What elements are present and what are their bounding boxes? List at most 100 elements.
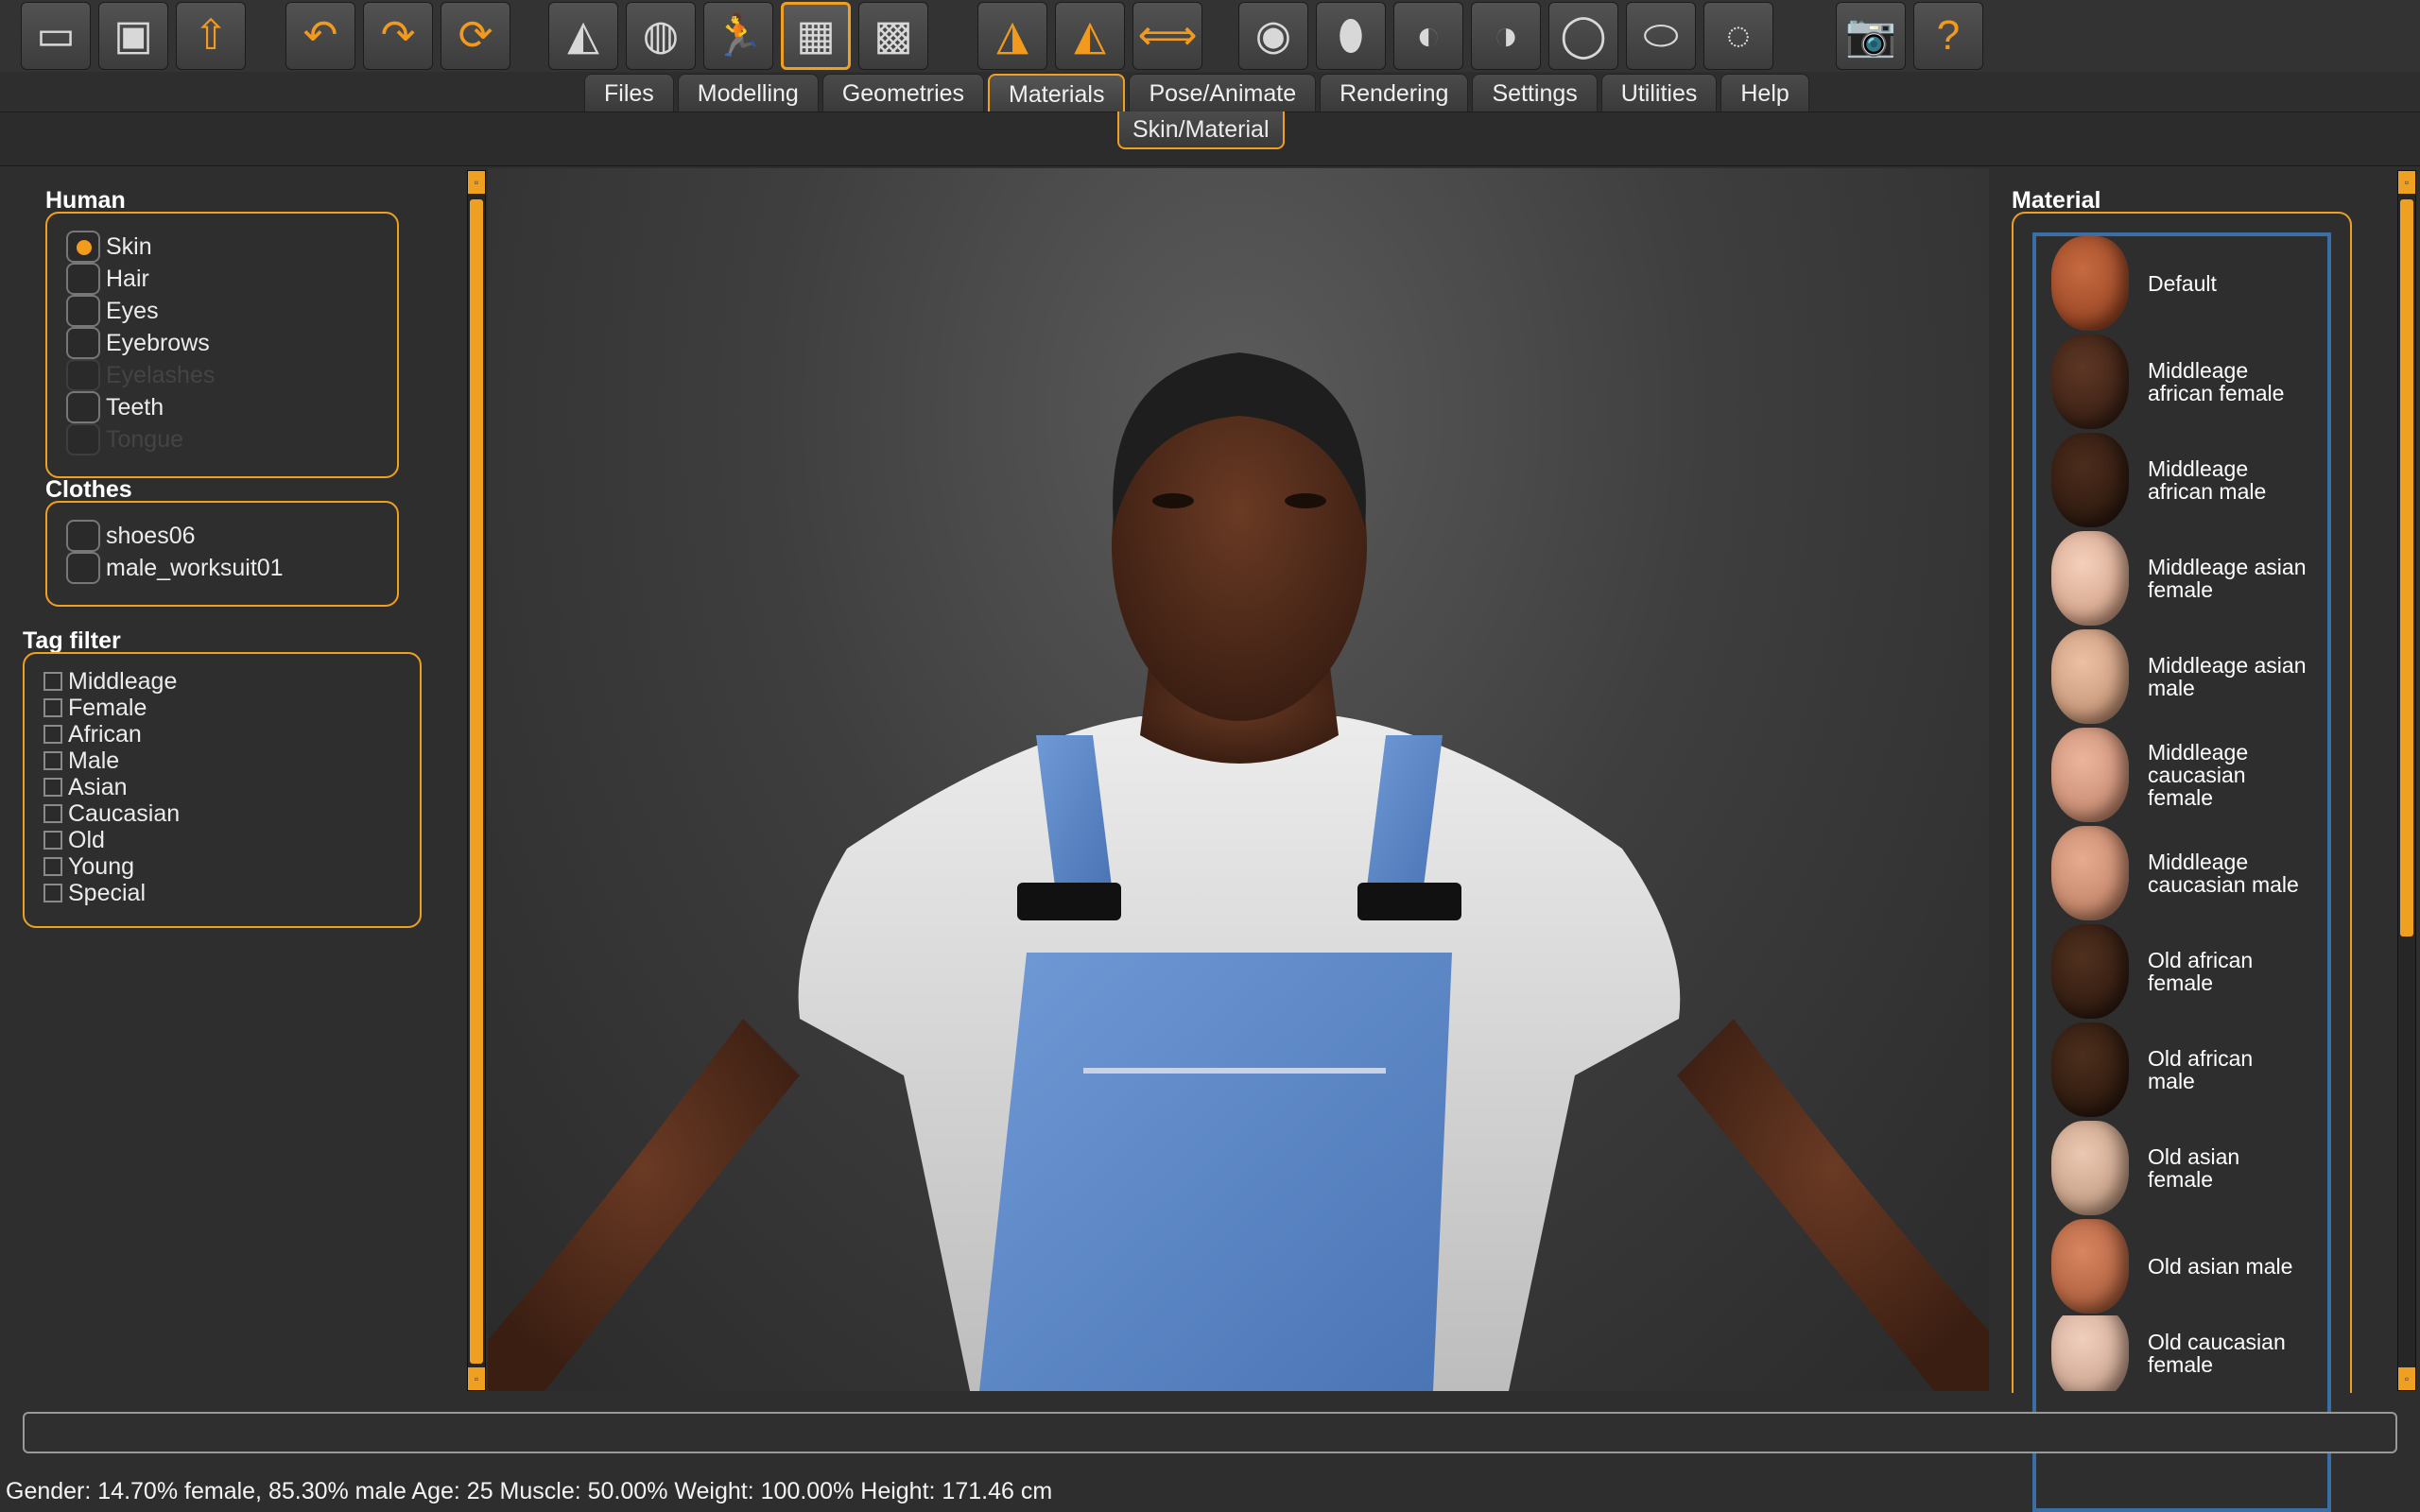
wireframe-icon[interactable]: ◍ (626, 2, 696, 70)
material-old-caucasian-female[interactable]: Old caucasian female (2051, 1315, 2335, 1391)
toolbar: ▭ ▣ ⇧ ↶ ↷ ⟳ ◭ ◍ 🏃 ▦ ▩ ◮ ◭ ⟺ ◉ ⬮ ◐ ◑ ◯ ⬭ … (0, 0, 2420, 72)
tab-pose-animate[interactable]: Pose/Animate (1129, 74, 1317, 112)
radio-button[interactable] (66, 295, 100, 327)
left-arm (488, 1019, 800, 1391)
material-label: Old asian female (2148, 1144, 2240, 1192)
tag-label: Special (68, 879, 146, 906)
tag-special[interactable]: Special (43, 880, 146, 906)
command-input[interactable] (23, 1412, 2397, 1453)
tab-utilities[interactable]: Utilities (1600, 74, 1718, 112)
checker-icon[interactable]: ▩ (858, 2, 928, 70)
radio-hair[interactable]: Hair (66, 263, 149, 295)
bottom-view-icon[interactable]: ⬭ (1626, 2, 1696, 70)
material-old-african-female[interactable]: Old african female (2051, 922, 2335, 1021)
checkbox[interactable] (43, 831, 62, 850)
material-old-african-male[interactable]: Old african male (2051, 1021, 2335, 1119)
top-view-icon[interactable]: ◯ (1548, 2, 1618, 70)
radio-teeth[interactable]: Teeth (66, 391, 164, 423)
material-middleage-caucasian-male[interactable]: Middleage caucasian male (2051, 824, 2335, 922)
tab-files[interactable]: Files (584, 74, 674, 112)
tag-asian[interactable]: Asian (43, 774, 128, 800)
face-thumbnail (2051, 728, 2129, 822)
tag-label: Male (68, 747, 120, 774)
material-scrollbar[interactable]: ▫ ▫ (2397, 170, 2416, 1391)
back-view-icon[interactable]: ◭ (1055, 2, 1125, 70)
export-icon[interactable]: ⇧ (176, 2, 246, 70)
face-thumbnail (2051, 335, 2129, 429)
scroll-down-button[interactable]: ▫ (468, 1367, 485, 1390)
tab-geometries[interactable]: Geometries (821, 74, 985, 112)
radio-button[interactable] (66, 231, 100, 263)
material-old-asian-male[interactable]: Old asian male (2051, 1217, 2335, 1315)
clothes-item-shoes06[interactable]: shoes06 (66, 520, 196, 552)
3d-viewport[interactable] (488, 168, 1989, 1391)
clothes-label: shoes06 (106, 522, 196, 549)
material-label: Middleage african male (2148, 456, 2267, 504)
help-icon[interactable]: ? (1913, 2, 1983, 70)
face-left-icon[interactable]: ◐ (1393, 2, 1463, 70)
scroll-up-button[interactable]: ▫ (2398, 171, 2415, 194)
tag-middleage[interactable]: Middleage (43, 668, 177, 695)
radio-button[interactable] (66, 391, 100, 423)
radio-label: Teeth (106, 393, 164, 421)
left-scrollbar[interactable]: ▫ ▫ (467, 170, 486, 1391)
smooth-icon[interactable]: ◭ (548, 2, 618, 70)
material-middleage-african-male[interactable]: Middleage african male (2051, 431, 2335, 529)
scroll-up-button[interactable]: ▫ (468, 171, 485, 194)
tag-female[interactable]: Female (43, 695, 147, 721)
reset-icon[interactable]: ⟳ (441, 2, 510, 70)
side-view-icon[interactable]: ⟺ (1132, 2, 1202, 70)
camera-toolbar-group: ◮ ◭ ⟺ (977, 2, 1202, 70)
scroll-thumb[interactable] (470, 199, 483, 1364)
face-front-icon[interactable]: ◉ (1238, 2, 1308, 70)
tab-help[interactable]: Help (1720, 74, 1809, 112)
symmetry-icon[interactable]: ◌ (1703, 2, 1773, 70)
radio-button[interactable] (66, 263, 100, 295)
tag-african[interactable]: African (43, 721, 142, 747)
radio-eyes[interactable]: Eyes (66, 295, 159, 327)
folder-icon[interactable]: ▭ (21, 2, 91, 70)
material-middleage-asian-female[interactable]: Middleage asian female (2051, 529, 2335, 627)
checkbox[interactable] (43, 804, 62, 823)
tab-settings[interactable]: Settings (1472, 74, 1598, 112)
radio-skin[interactable]: Skin (66, 231, 152, 263)
tab-modelling[interactable]: Modelling (677, 74, 819, 112)
material-middleage-caucasian-female[interactable]: Middleage caucasian female (2051, 726, 2335, 824)
checkbox[interactable] (43, 751, 62, 770)
pose-icon[interactable]: 🏃 (703, 2, 773, 70)
material-label: Old african male (2148, 1046, 2254, 1093)
face-back-icon[interactable]: ⬮ (1316, 2, 1386, 70)
tag-young[interactable]: Young (43, 853, 134, 880)
front-view-icon[interactable]: ◮ (977, 2, 1047, 70)
material-middleage-african-female[interactable]: Middleage african female (2051, 333, 2335, 431)
tag-old[interactable]: Old (43, 827, 105, 853)
radio-eyebrows[interactable]: Eyebrows (66, 327, 210, 359)
tab-rendering[interactable]: Rendering (1320, 74, 1469, 112)
scroll-thumb[interactable] (2400, 199, 2413, 936)
undo-icon[interactable]: ↶ (285, 2, 355, 70)
tag-caucasian[interactable]: Caucasian (43, 800, 180, 827)
grid-icon[interactable]: ▦ (781, 2, 851, 70)
clothes-item-worksuit[interactable]: male_worksuit01 (66, 552, 284, 584)
material-middleage-asian-male[interactable]: Middleage asian male (2051, 627, 2335, 726)
save-icon[interactable]: ▣ (98, 2, 168, 70)
face-right-icon[interactable]: ◑ (1471, 2, 1541, 70)
radio-button[interactable] (66, 327, 100, 359)
scroll-down-button[interactable]: ▫ (2398, 1367, 2415, 1390)
material-old-asian-female[interactable]: Old asian female (2051, 1119, 2335, 1217)
checkbox[interactable] (43, 884, 62, 902)
subtab-skin-material[interactable]: Skin/Material (1117, 112, 1285, 149)
material-default[interactable]: Default (2051, 234, 2335, 333)
camera-icon[interactable]: 📷 (1836, 2, 1906, 70)
checkbox[interactable] (66, 520, 100, 552)
checkbox[interactable] (43, 857, 62, 876)
checkbox[interactable] (43, 672, 62, 691)
tab-materials[interactable]: Materials (988, 74, 1126, 112)
radio-label: Eyelashes (106, 361, 216, 388)
checkbox[interactable] (43, 725, 62, 744)
checkbox[interactable] (43, 698, 62, 717)
redo-icon[interactable]: ↷ (363, 2, 433, 70)
checkbox[interactable] (66, 552, 100, 584)
tag-male[interactable]: Male (43, 747, 119, 774)
checkbox[interactable] (43, 778, 62, 797)
